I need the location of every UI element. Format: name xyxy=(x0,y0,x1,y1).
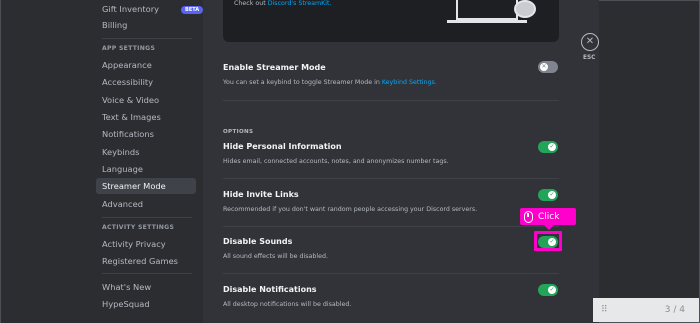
magnifier-illustration xyxy=(514,0,536,18)
sidebar-divider xyxy=(102,273,192,274)
activity-settings-header: ACTIVITY SETTINGS xyxy=(102,224,175,231)
check-icon: ✓ xyxy=(548,143,556,151)
step-pager: ⠿ 3 / 4 xyxy=(593,298,699,322)
sidebar-item-billing[interactable]: Billing xyxy=(96,17,196,33)
sidebar-item-activity-privacy[interactable]: Activity Privacy xyxy=(96,236,196,252)
sidebar-item-label: What's New xyxy=(102,282,152,292)
sidebar-item-label: Gift Inventory xyxy=(102,4,160,14)
streamkit-link[interactable]: Discord's StreamKit. xyxy=(268,0,332,7)
sidebar-item-label: Accessibility xyxy=(102,77,154,87)
sidebar-item-text-images[interactable]: Text & Images xyxy=(96,109,196,125)
beta-badge: BETA xyxy=(181,6,204,14)
click-hint-label: Click xyxy=(538,211,560,222)
monitor-illustration xyxy=(456,0,518,20)
sidebar-item-advanced[interactable]: Advanced xyxy=(96,196,196,212)
disable-sounds-title: Disable Sounds xyxy=(223,237,293,246)
check-icon: ✓ xyxy=(548,286,556,294)
sidebar-item-language[interactable]: Language xyxy=(96,161,196,177)
check-icon: ✓ xyxy=(548,191,556,199)
sidebar-item-label: Notifications xyxy=(102,129,154,139)
sidebar-item-accessibility[interactable]: Accessibility xyxy=(96,74,196,90)
sidebar-item-registered-games[interactable]: Registered Games xyxy=(96,253,196,269)
enable-streamer-mode-desc-text: You can set a keybind to toggle Streamer… xyxy=(223,79,382,86)
enable-streamer-mode-title: Enable Streamer Mode xyxy=(223,63,326,72)
enable-streamer-mode-desc: You can set a keybind to toggle Streamer… xyxy=(223,79,437,86)
disable-notifications-desc: All desktop notifications will be disabl… xyxy=(223,301,352,308)
click-hint-badge: Click xyxy=(520,208,576,230)
row-divider xyxy=(223,273,559,274)
x-icon: ✕ xyxy=(540,63,548,71)
sidebar-item-label: Billing xyxy=(102,20,128,30)
preview-text-prefix: Check out xyxy=(234,0,268,7)
sidebar-item-gift-inventory[interactable]: Gift Inventory BETA xyxy=(96,1,204,17)
disable-sounds-desc: All sound effects will be disabled. xyxy=(223,253,328,260)
app-settings-header: APP SETTINGS xyxy=(102,45,156,52)
section-divider xyxy=(223,100,559,101)
drag-handle-icon[interactable]: ⠿ xyxy=(601,305,608,315)
enable-streamer-mode-toggle[interactable]: ✕ xyxy=(538,61,558,73)
pager-count: 3 / 4 xyxy=(664,305,685,315)
row-divider xyxy=(223,226,559,227)
row-divider xyxy=(223,178,559,179)
streamkit-preview-text: Check out Discord's StreamKit. xyxy=(234,0,332,7)
hide-invite-links-desc: Recommended if you don't want random peo… xyxy=(223,206,478,213)
sidebar-item-streamer-mode[interactable]: Streamer Mode xyxy=(96,178,196,194)
options-section-label: OPTIONS xyxy=(223,129,254,135)
sidebar-item-label: Activity Privacy xyxy=(102,239,166,249)
sidebar-divider xyxy=(102,217,192,218)
hide-personal-info-title: Hide Personal Information xyxy=(223,142,342,151)
hide-invite-links-toggle[interactable]: ✓ xyxy=(538,189,558,201)
sidebar-item-label: Registered Games xyxy=(102,256,179,266)
sidebar-item-voice-video[interactable]: Voice & Video xyxy=(96,92,196,108)
disable-notifications-title: Disable Notifications xyxy=(223,285,317,294)
sidebar-item-notifications[interactable]: Notifications xyxy=(96,126,196,142)
hide-personal-info-desc: Hides email, connected accounts, notes, … xyxy=(223,158,449,165)
close-icon[interactable]: ✕ xyxy=(581,33,599,51)
sidebar-item-whats-new[interactable]: What's New xyxy=(96,279,196,295)
sidebar-item-label: Keybinds xyxy=(102,147,140,157)
mouse-icon xyxy=(524,210,533,223)
sidebar-item-label: Advanced xyxy=(102,199,143,209)
disable-notifications-toggle[interactable]: ✓ xyxy=(538,284,558,296)
esc-label: ESC xyxy=(583,55,596,61)
sidebar-item-appearance[interactable]: Appearance xyxy=(96,57,196,73)
monitor-stand-illustration xyxy=(447,20,527,23)
sidebar-item-label: Streamer Mode xyxy=(102,181,166,191)
sidebar-item-hypesquad[interactable]: HypeSquad xyxy=(96,296,196,312)
click-target-highlight xyxy=(534,231,562,251)
sidebar-item-label: Text & Images xyxy=(102,112,161,122)
keybind-settings-link[interactable]: Keybind Settings. xyxy=(382,79,437,86)
sidebar-item-keybinds[interactable]: Keybinds xyxy=(96,144,196,160)
hide-personal-info-toggle[interactable]: ✓ xyxy=(538,141,558,153)
sidebar-item-label: Language xyxy=(102,164,143,174)
sidebar-item-label: Appearance xyxy=(102,60,152,70)
sidebar-item-label: Voice & Video xyxy=(102,95,160,105)
sidebar-divider xyxy=(102,38,192,39)
sidebar-item-label: HypeSquad xyxy=(102,299,150,309)
hide-invite-links-title: Hide Invite Links xyxy=(223,190,299,199)
